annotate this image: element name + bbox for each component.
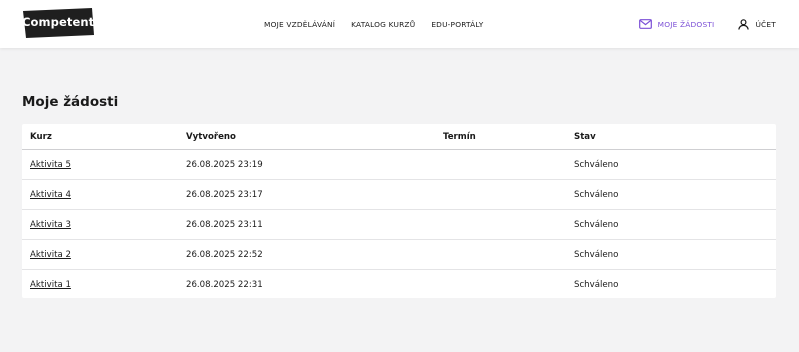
- term-cell: [435, 239, 566, 270]
- table-row: Aktivita 1 26.08.2025 22:31 Schváleno: [22, 270, 776, 300]
- my-requests-label: MOJE ŽÁDOSTI: [657, 19, 715, 29]
- table-row: Aktivita 4 26.08.2025 23:17 Schváleno: [22, 179, 776, 210]
- status-cell: Schváleno: [566, 149, 776, 180]
- created-cell: 26.08.2025 23:19: [178, 149, 435, 180]
- created-cell: 26.08.2025 23:17: [178, 179, 435, 210]
- competent-logo[interactable]: Competent: [22, 8, 94, 38]
- column-header-course: Kurz: [22, 124, 178, 150]
- table-row: Aktivita 5 26.08.2025 23:19 Schváleno: [22, 149, 776, 180]
- table-row: Aktivita 3 26.08.2025 23:11 Schváleno: [22, 209, 776, 240]
- top-navigation-bar: Competent MOJE VZDĚLÁVÁNÍ KATALOG KURZŮ …: [0, 0, 799, 48]
- table-header-row: Kurz Vytvořeno Termín Stav: [22, 124, 776, 150]
- term-cell: [435, 209, 566, 240]
- course-link[interactable]: Aktivita 5: [30, 160, 71, 170]
- course-link[interactable]: Aktivita 2: [30, 250, 71, 260]
- status-cell: Schváleno: [566, 179, 776, 210]
- course-link[interactable]: Aktivita 3: [30, 220, 71, 230]
- nav-course-catalog[interactable]: KATALOG KURZŮ: [351, 20, 415, 29]
- column-header-term: Termín: [435, 124, 566, 150]
- my-requests-link[interactable]: MOJE ŽÁDOSTI: [638, 19, 715, 29]
- logo-text: Competent: [22, 15, 95, 29]
- requests-table: Kurz Vytvořeno Termín Stav Aktivita 5 26…: [22, 124, 776, 299]
- created-cell: 26.08.2025 22:31: [186, 279, 263, 290]
- table-body: Aktivita 5 26.08.2025 23:19 Schváleno Ak…: [22, 149, 776, 300]
- requests-table-card: Kurz Vytvořeno Termín Stav Aktivita 5 26…: [22, 124, 776, 298]
- user-icon: [738, 18, 750, 30]
- status-cell: Schváleno: [566, 209, 776, 240]
- course-cell: Aktivita 5: [22, 149, 178, 180]
- course-link[interactable]: Aktivita 1: [30, 280, 71, 290]
- term-cell: [435, 179, 566, 210]
- column-header-created: Vytvořeno: [178, 124, 435, 150]
- course-cell: Aktivita 2: [22, 239, 178, 270]
- nav-my-education[interactable]: MOJE VZDĚLÁVÁNÍ: [264, 20, 335, 29]
- status-cell: Schváleno: [566, 239, 776, 270]
- account-label: ÚČET: [755, 19, 776, 29]
- table-row: Aktivita 2 26.08.2025 22:52 Schváleno: [22, 239, 776, 270]
- account-link[interactable]: ÚČET: [738, 18, 776, 30]
- created-cell: 26.08.2025 23:11: [178, 209, 435, 240]
- term-cell: [435, 270, 566, 300]
- nav-edu-portals[interactable]: EDU-PORTÁLY: [431, 20, 483, 29]
- created-cell: 26.08.2025 22:52: [178, 239, 435, 270]
- column-header-status: Stav: [566, 124, 776, 150]
- user-navigation: MOJE ŽÁDOSTI ÚČET: [638, 0, 776, 48]
- course-cell: Aktivita 3: [22, 209, 178, 240]
- status-cell: Schváleno: [574, 279, 619, 290]
- course-cell: Aktivita 1: [22, 270, 178, 300]
- page-title: Moje žádosti: [22, 94, 119, 110]
- course-cell: Aktivita 4: [22, 179, 178, 210]
- main-navigation: MOJE VZDĚLÁVÁNÍ KATALOG KURZŮ EDU-PORTÁL…: [264, 0, 483, 48]
- mail-icon: [638, 19, 652, 29]
- table-header: Kurz Vytvořeno Termín Stav: [22, 124, 776, 150]
- course-link[interactable]: Aktivita 4: [30, 190, 71, 200]
- term-cell: [435, 149, 566, 180]
